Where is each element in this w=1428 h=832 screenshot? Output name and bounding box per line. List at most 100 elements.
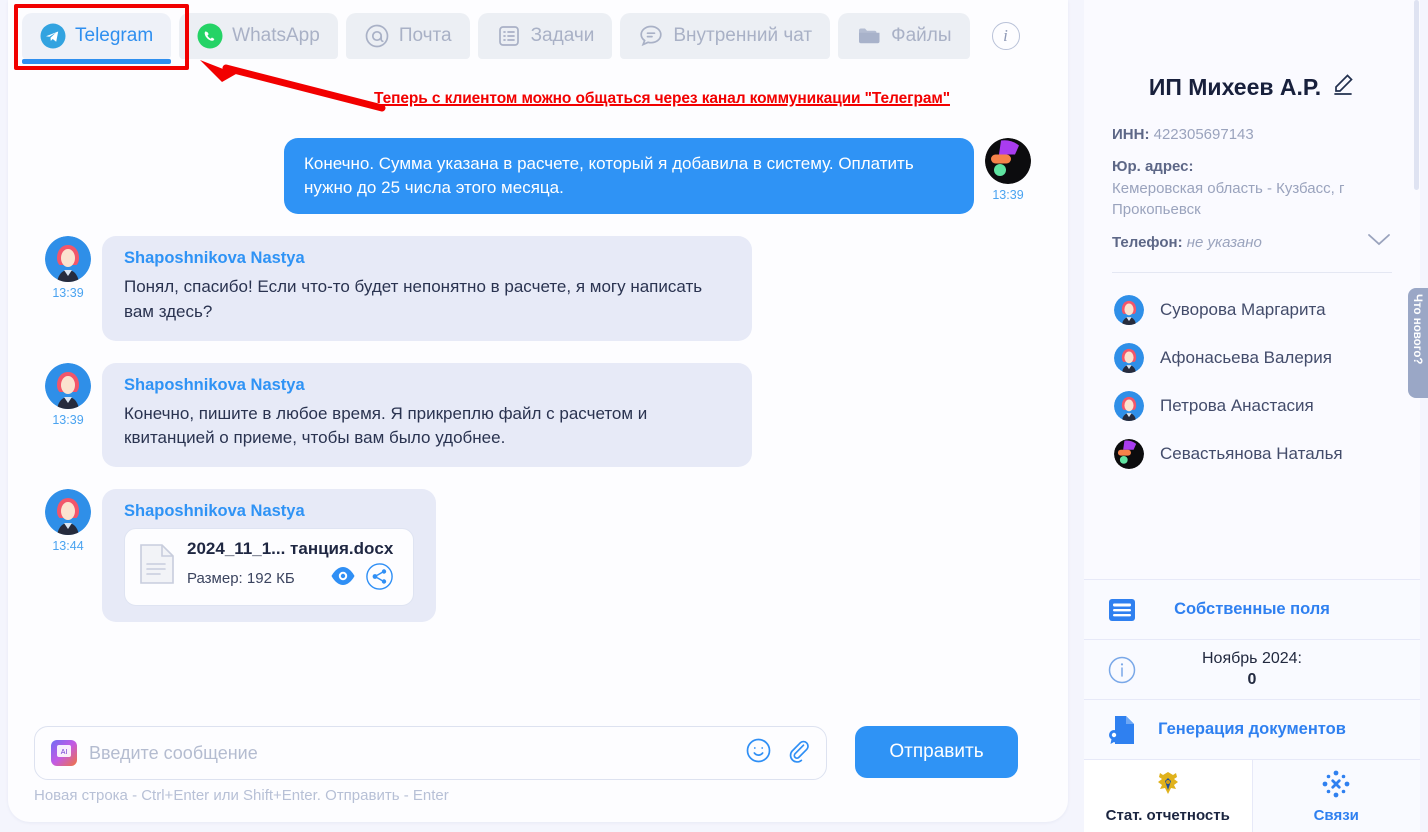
message-composer: AI Введите сообщение Отправить Новая стр… bbox=[8, 712, 1068, 822]
message-text: Конечно, пишите в любое время. Я прикреп… bbox=[124, 403, 648, 448]
ai-assistant-icon[interactable]: AI bbox=[51, 740, 77, 766]
connections-network-icon bbox=[1321, 769, 1351, 804]
composer-hint: Новая строка - Ctrl+Enter или Shift+Ente… bbox=[34, 787, 449, 804]
message-time: 13:44 bbox=[52, 538, 84, 553]
field-value: Кемеровская область - Кузбасс, г Прокопь… bbox=[1112, 179, 1345, 219]
avatar-block: 13:44 bbox=[34, 488, 102, 553]
pencil-edit-icon[interactable] bbox=[1331, 72, 1355, 102]
field-label: Телефон: bbox=[1112, 233, 1183, 251]
card-stat-reporting[interactable]: Стат. отчетность bbox=[1084, 760, 1252, 832]
card-custom-fields[interactable]: Собственные поля bbox=[1084, 579, 1420, 639]
info-circle-icon bbox=[1106, 656, 1138, 684]
message-time: 13:39 bbox=[992, 188, 1024, 202]
message-text: Понял, спасибо! Если что-то будет непоня… bbox=[124, 277, 703, 321]
attach-clip-icon[interactable] bbox=[785, 738, 810, 768]
contacts-list: Суворова Маргарита Афонасьева Валерия Пе… bbox=[1084, 273, 1420, 469]
field-phone: Телефон: не указано bbox=[1112, 231, 1392, 254]
tab-files[interactable]: Файлы bbox=[838, 13, 970, 59]
message-sender: Shaposhnikova Nastya bbox=[124, 501, 305, 520]
card-connections[interactable]: Связи bbox=[1251, 760, 1420, 832]
emoji-icon[interactable] bbox=[746, 738, 771, 768]
document-generate-icon bbox=[1106, 715, 1138, 745]
page-title: ИП Михеев А.Р. bbox=[1148, 73, 1322, 100]
file-row-secondary: Размер: 192 КБ bbox=[187, 563, 394, 595]
share-icon[interactable] bbox=[366, 563, 394, 595]
field-label: ИНН: bbox=[1112, 126, 1150, 143]
tab-whatsapp[interactable]: WhatsApp bbox=[179, 13, 338, 59]
woman-avatar bbox=[1114, 390, 1144, 421]
file-attachment-card[interactable]: 2024_11_1... танция.docx Размер: 192 КБ bbox=[124, 527, 414, 606]
message-sender: Shaposhnikova Nastya bbox=[124, 249, 305, 268]
channel-tabbar: Telegram WhatsApp Почта Задачи Внутренни… bbox=[8, 8, 1020, 64]
contact-name: Петрова Анастасия bbox=[1160, 395, 1314, 415]
chat-panel: Telegram WhatsApp Почта Задачи Внутренни… bbox=[8, 0, 1068, 822]
whats-new-tab[interactable]: Что нового? bbox=[1408, 288, 1428, 398]
month-label: Ноябрь 2024: bbox=[1202, 649, 1302, 667]
card-document-generation[interactable]: Генерация документов bbox=[1084, 699, 1420, 759]
client-fields: ИНН: 422305697143 Юр. адрес: Кемеровская… bbox=[1084, 102, 1420, 254]
russian-coat-of-arms-icon bbox=[1153, 769, 1183, 804]
woman-avatar bbox=[45, 236, 91, 283]
info-icon[interactable]: i bbox=[991, 22, 1020, 50]
tab-label: Telegram bbox=[75, 25, 154, 46]
message-row: Конечно. Сумма указана в расчете, которы… bbox=[34, 138, 1042, 215]
sidebar-scrollbar[interactable] bbox=[1414, 0, 1419, 190]
document-file-icon bbox=[139, 543, 175, 590]
whats-new-label: Что нового? bbox=[1411, 294, 1423, 365]
list-item[interactable]: Афонасьева Валерия bbox=[1114, 342, 1392, 373]
client-sidebar: ИП Михеев А.Р. ИНН: 422305697143 Юр. адр… bbox=[1084, 0, 1420, 832]
tab-mail[interactable]: Почта bbox=[345, 13, 470, 59]
client-title-row: ИП Михеев А.Р. bbox=[1149, 72, 1355, 102]
card-month-counter[interactable]: Ноябрь 2024: 0 bbox=[1084, 639, 1420, 699]
eye-preview-icon[interactable] bbox=[330, 566, 356, 591]
whatsapp-icon bbox=[197, 23, 223, 49]
abstract-dark-avatar bbox=[1114, 438, 1144, 469]
sidebar-action-cards: Собственные поля Ноябрь 2024: 0 Генераци… bbox=[1084, 579, 1420, 832]
month-counter: Ноябрь 2024: 0 bbox=[1156, 649, 1348, 691]
message-time: 13:39 bbox=[52, 286, 84, 301]
month-value: 0 bbox=[1247, 670, 1257, 688]
svg-text:AI: AI bbox=[61, 749, 68, 756]
chevron-down-icon[interactable] bbox=[1366, 231, 1392, 254]
send-button[interactable]: Отправить bbox=[855, 726, 1018, 778]
field-label: Юр. адрес: bbox=[1112, 157, 1194, 175]
list-item[interactable]: Севастьянова Наталья bbox=[1114, 438, 1392, 469]
card-label: Собственные поля bbox=[1174, 600, 1330, 618]
tab-telegram[interactable]: Telegram bbox=[22, 13, 172, 64]
tab-label: WhatsApp bbox=[232, 25, 320, 46]
field-value: не указано bbox=[1186, 233, 1262, 251]
woman-avatar bbox=[1114, 294, 1144, 325]
mail-at-icon bbox=[364, 23, 390, 49]
field-value: 422305697143 bbox=[1153, 126, 1254, 143]
contact-name: Севастьянова Наталья bbox=[1160, 443, 1343, 463]
message-input[interactable]: AI Введите сообщение bbox=[34, 726, 827, 780]
outgoing-bubble: Конечно. Сумма указана в расчете, которы… bbox=[284, 138, 974, 215]
file-name: 2024_11_1... танция.docx bbox=[187, 538, 394, 558]
app-root: Telegram WhatsApp Почта Задачи Внутренни… bbox=[0, 0, 1428, 832]
list-item[interactable]: Суворова Маргарита bbox=[1114, 294, 1392, 325]
client-header: ИП Михеев А.Р. bbox=[1084, 0, 1420, 102]
message-sender: Shaposhnikova Nastya bbox=[124, 375, 305, 394]
file-meta: 2024_11_1... танция.docx Размер: 192 КБ bbox=[187, 539, 393, 595]
card-label: Генерация документов bbox=[1158, 720, 1346, 738]
message-list: Конечно. Сумма указана в расчете, которы… bbox=[8, 120, 1068, 712]
card-label: Стат. отчетность bbox=[1105, 806, 1230, 824]
contact-name: Афонасьева Валерия bbox=[1160, 347, 1332, 367]
internal-chat-icon bbox=[638, 23, 664, 49]
incoming-bubble: Shaposhnikova Nastya Конечно, пишите в л… bbox=[102, 362, 752, 467]
tab-label: Почта bbox=[398, 25, 452, 46]
folder-icon bbox=[856, 23, 882, 49]
tab-tasks[interactable]: Задачи bbox=[477, 13, 613, 59]
contact-name: Суворова Маргарита bbox=[1160, 299, 1326, 319]
message-row: 13:39 Shaposhnikova Nastya Понял, спасиб… bbox=[34, 236, 1042, 341]
tab-internal-chat[interactable]: Внутренний чат bbox=[620, 13, 831, 59]
abstract-dark-avatar bbox=[985, 138, 1031, 184]
list-item[interactable]: Петрова Анастасия bbox=[1114, 390, 1392, 421]
tab-label: Задачи bbox=[530, 25, 595, 46]
woman-avatar bbox=[45, 488, 91, 535]
avatar-block: 13:39 bbox=[974, 138, 1042, 202]
message-time: 13:39 bbox=[52, 412, 84, 427]
tab-label: Файлы bbox=[891, 25, 952, 46]
sidebar-duo-cards: Стат. отчетность Связи bbox=[1084, 759, 1420, 832]
telegram-icon bbox=[40, 23, 66, 49]
